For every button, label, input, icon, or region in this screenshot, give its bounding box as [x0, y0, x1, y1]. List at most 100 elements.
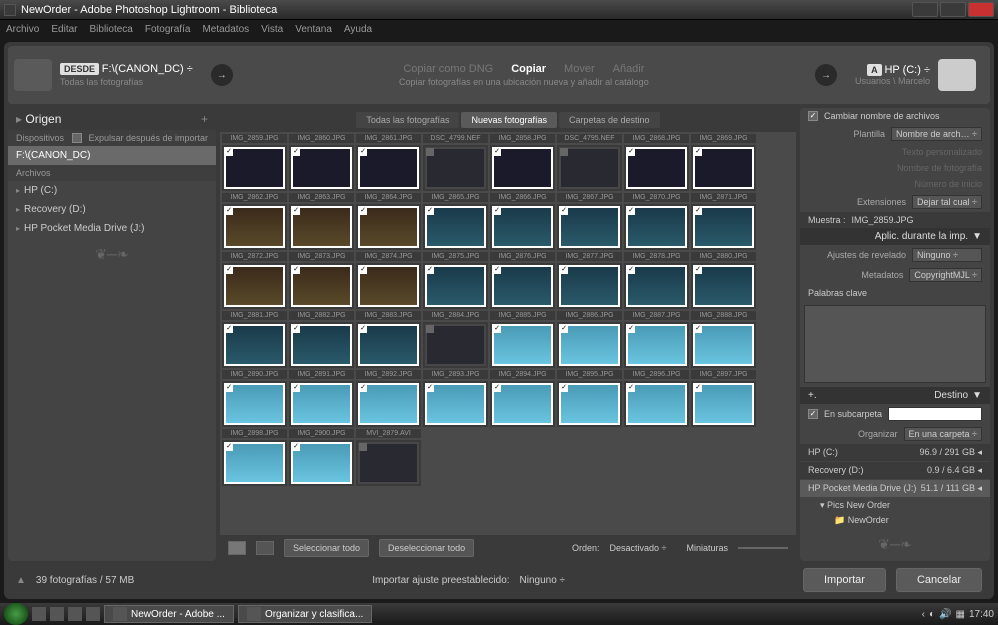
menu-item[interactable]: Biblioteca [89, 24, 132, 35]
close-button[interactable] [968, 2, 994, 17]
dest-folder[interactable]: ▾ Pics New Order [800, 498, 990, 513]
menu-item[interactable]: Fotografía [145, 24, 191, 35]
expand-icon[interactable]: ▲ [16, 575, 26, 586]
thumbnail-image[interactable] [358, 147, 419, 189]
menu-item[interactable]: Metadatos [202, 24, 249, 35]
grid-view-button[interactable] [228, 541, 246, 555]
thumbnail-checkbox[interactable]: ✓ [627, 207, 635, 215]
thumbnail-image[interactable] [559, 383, 620, 425]
quick-launch-icon[interactable] [50, 607, 64, 621]
loupe-view-button[interactable] [256, 541, 274, 555]
thumbnail-image[interactable] [492, 206, 553, 248]
thumbnail-image[interactable] [358, 442, 419, 484]
thumbnail-checkbox[interactable]: ✓ [560, 207, 568, 215]
thumbnail-checkbox[interactable]: ✓ [359, 325, 367, 333]
quick-launch-icon[interactable] [32, 607, 46, 621]
taskbar-task[interactable]: Organizar y clasifica... [238, 605, 372, 623]
thumbnail-image[interactable] [291, 147, 352, 189]
thumbnail-checkbox[interactable]: ✓ [359, 266, 367, 274]
thumbnail-checkbox[interactable]: ✓ [225, 325, 233, 333]
source-device[interactable]: F:\(CANON_DC) [8, 146, 216, 165]
thumbnail-image[interactable] [559, 324, 620, 366]
import-mode-option[interactable]: Copiar como DNG [403, 63, 493, 75]
tray-icon[interactable]: 🔊 [939, 609, 951, 620]
thumbnail-image[interactable] [425, 265, 486, 307]
thumbnail-checkbox[interactable]: ✓ [426, 384, 434, 392]
preset-select[interactable]: Ninguno ÷ [520, 575, 566, 586]
thumbnail-checkbox[interactable]: ✓ [493, 207, 501, 215]
thumbnail-image[interactable] [224, 206, 285, 248]
thumbnail-image[interactable] [626, 324, 687, 366]
thumbnail-image[interactable] [693, 147, 754, 189]
thumbnail-checkbox[interactable]: ✓ [694, 325, 702, 333]
thumbnail-image[interactable] [693, 383, 754, 425]
thumbnail-image[interactable] [358, 324, 419, 366]
thumbnail-image[interactable] [492, 324, 553, 366]
thumbnail-checkbox[interactable]: ✓ [292, 207, 300, 215]
thumbnail-checkbox[interactable]: ✓ [426, 266, 434, 274]
thumbnail-checkbox[interactable]: ✓ [627, 325, 635, 333]
import-mode-option[interactable]: Añadir [613, 63, 645, 75]
thumbnail-image[interactable] [291, 324, 352, 366]
thumbnail-checkbox[interactable]: ✓ [560, 384, 568, 392]
subfolder-input[interactable] [888, 407, 982, 421]
destination-drive[interactable]: Recovery (D:)0.9 / 6.4 GB ◂ [800, 462, 990, 480]
thumbnail-image[interactable] [291, 442, 352, 484]
thumbnail-image[interactable] [492, 383, 553, 425]
thumbnail-checkbox[interactable] [426, 325, 434, 333]
thumbnail-checkbox[interactable]: ✓ [225, 384, 233, 392]
thumbnail-checkbox[interactable]: ✓ [560, 325, 568, 333]
thumbnail-image[interactable] [224, 147, 285, 189]
thumbnail-image[interactable] [492, 147, 553, 189]
thumbnail-checkbox[interactable]: ✓ [426, 207, 434, 215]
thumbnail-checkbox[interactable]: ✓ [292, 384, 300, 392]
tray-icon[interactable]: ▦ [956, 609, 965, 620]
thumbnail-grid[interactable]: IMG_2859.JPGIMG_2860.JPGIMG_2861.JPGDSC_… [220, 132, 796, 535]
thumbnail-image[interactable] [425, 324, 486, 366]
destination-section-header[interactable]: +.Destino▼ [800, 387, 990, 404]
thumbnail-checkbox[interactable]: ✓ [292, 148, 300, 156]
thumbnail-checkbox[interactable]: ✓ [493, 148, 501, 156]
thumbnail-image[interactable] [291, 206, 352, 248]
thumbnail-image[interactable] [559, 265, 620, 307]
menu-item[interactable]: Ayuda [344, 24, 372, 35]
source-drive[interactable]: HP (C:) [8, 181, 216, 200]
thumbnail-checkbox[interactable] [426, 148, 434, 156]
destination-drive[interactable]: HP Pocket Media Drive (J:)51.1 / 111 GB … [800, 480, 990, 498]
thumbnail-image[interactable] [224, 442, 285, 484]
thumbnail-image[interactable] [559, 206, 620, 248]
menu-item[interactable]: Archivo [6, 24, 39, 35]
thumbnail-image[interactable] [224, 324, 285, 366]
minimize-button[interactable] [912, 2, 938, 17]
thumbnail-image[interactable] [224, 383, 285, 425]
thumbnail-checkbox[interactable] [560, 148, 568, 156]
select-all-button[interactable]: Seleccionar todo [284, 539, 369, 557]
apply-section-header[interactable]: Aplic. durante la imp.▼ [800, 228, 990, 245]
thumbnail-checkbox[interactable]: ✓ [627, 266, 635, 274]
thumbnail-image[interactable] [358, 206, 419, 248]
from-path[interactable]: F:\(CANON_DC) ÷ [102, 63, 193, 75]
filter-tab[interactable]: Nuevas fotografías [461, 112, 557, 128]
destination-drive[interactable]: HP (C:)96.9 / 291 GB ◂ [800, 444, 990, 462]
thumbnail-checkbox[interactable]: ✓ [694, 207, 702, 215]
thumbnail-checkbox[interactable]: ✓ [225, 207, 233, 215]
tray-icon[interactable]: ◐ [929, 609, 935, 620]
tray-icon[interactable]: ‹ [922, 609, 925, 620]
sort-value[interactable]: Desactivado ÷ [610, 543, 667, 553]
menu-item[interactable]: Editar [51, 24, 77, 35]
thumbnail-image[interactable] [291, 383, 352, 425]
thumbnail-image[interactable] [358, 265, 419, 307]
thumbnail-image[interactable] [626, 206, 687, 248]
dest-subfolder[interactable]: 📁 NewOrder [800, 513, 990, 528]
thumbnail-checkbox[interactable]: ✓ [292, 325, 300, 333]
eject-checkbox[interactable] [72, 133, 82, 143]
rename-checkbox[interactable]: ✓ [808, 111, 818, 121]
develop-select[interactable]: Ninguno ÷ [912, 248, 982, 262]
import-mode-option[interactable]: Copiar [511, 63, 546, 75]
thumbnail-checkbox[interactable]: ✓ [225, 266, 233, 274]
extensions-select[interactable]: Dejar tal cual ÷ [912, 195, 982, 209]
thumbnail-checkbox[interactable]: ✓ [292, 266, 300, 274]
deselect-all-button[interactable]: Deseleccionar todo [379, 539, 474, 557]
quick-launch-icon[interactable] [86, 607, 100, 621]
thumbnail-checkbox[interactable]: ✓ [292, 443, 300, 451]
